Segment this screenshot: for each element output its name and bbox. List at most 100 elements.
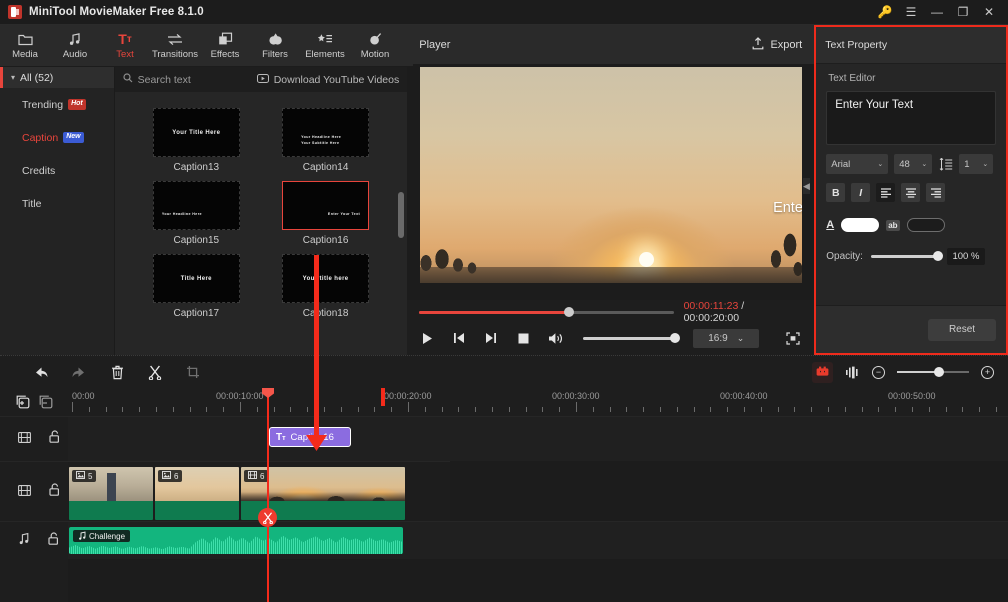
video-preview[interactable]: Enter (419, 67, 802, 283)
tab-elements[interactable]: Elements (300, 25, 350, 66)
font-family-select[interactable]: Arial ⌄ (826, 154, 889, 174)
volume-slider[interactable] (583, 333, 681, 343)
ruler-tick-minor (979, 407, 981, 412)
text-overlay[interactable]: Enter (773, 200, 802, 216)
template-thumb[interactable]: Your Title Here (152, 108, 240, 157)
template-caption14[interactable]: Your Headline Here Your Subtitle Here Ca… (266, 108, 385, 173)
volume-icon[interactable] (547, 332, 565, 345)
category-all-label: All (52) (20, 71, 54, 84)
minimize-button[interactable]: — (924, 0, 950, 25)
opacity-slider[interactable] (870, 251, 943, 262)
fullscreen-icon[interactable] (784, 331, 802, 345)
audio-clip-challenge[interactable]: Challenge (69, 527, 403, 554)
template-thumb[interactable]: Your Headline Here (152, 181, 240, 230)
audio-waveform-icon[interactable] (845, 366, 860, 379)
tab-motion[interactable]: Motion (350, 25, 400, 66)
unlock-icon[interactable] (49, 430, 60, 448)
template-thumb[interactable]: Your Headline Here Your Subtitle Here (282, 108, 370, 157)
timeline-end-marker (381, 388, 385, 406)
text-track-lane[interactable]: Tт Caption16 (68, 416, 1008, 461)
align-left-button[interactable] (876, 183, 896, 202)
maximize-button[interactable]: ❐ (950, 0, 976, 25)
timeline-ruler[interactable]: 00:00 00:00:10:00 00:00:20:00 00:00:30:0… (68, 388, 1008, 416)
stop-button[interactable] (515, 333, 531, 344)
trash-icon[interactable] (98, 356, 136, 389)
red-scene-detect-icon[interactable] (812, 361, 833, 383)
video-clip[interactable]: 6 (155, 467, 239, 520)
music-note-icon (68, 31, 82, 47)
unlock-icon[interactable] (48, 531, 59, 550)
align-center-button[interactable] (901, 183, 921, 202)
template-caption15[interactable]: Your Headline Here Caption15 (137, 181, 256, 246)
main-menu-icon[interactable]: ☰ (898, 0, 924, 25)
video-clip[interactable]: 5 (69, 467, 153, 520)
next-frame-button[interactable] (483, 332, 499, 344)
scissors-icon[interactable] (136, 356, 174, 389)
tab-audio[interactable]: Audio (50, 25, 100, 66)
transitions-arrows-icon (167, 31, 183, 47)
timecode-display: 00:00:11:23 / 00:00:20:00 (684, 300, 803, 324)
reset-button[interactable]: Reset (928, 318, 996, 341)
text-editor-input[interactable]: Enter Your Text (826, 91, 996, 145)
remove-track-icon[interactable] (39, 395, 53, 409)
add-track-icon[interactable] (16, 395, 30, 409)
crop-icon[interactable] (174, 356, 212, 389)
timeline-playhead[interactable] (262, 388, 274, 602)
tab-label: Transitions (151, 49, 199, 60)
sidebar-item-title[interactable]: Title (0, 187, 114, 220)
ruler-tick-minor (223, 407, 225, 412)
timeline-zoom-slider[interactable] (897, 366, 969, 377)
opacity-handle[interactable] (932, 251, 943, 262)
template-label: Caption17 (173, 308, 220, 319)
zoom-out-button[interactable]: − (872, 365, 885, 379)
category-all[interactable]: ▾ All (52) (0, 67, 114, 88)
close-button[interactable]: ✕ (976, 0, 1002, 25)
tab-effects[interactable]: Effects (200, 25, 250, 66)
seek-progress (419, 310, 570, 314)
sidebar-item-caption[interactable]: Caption New (0, 121, 114, 154)
tab-media[interactable]: Media (0, 25, 50, 66)
unlock-icon[interactable] (49, 482, 60, 501)
font-color-swatch[interactable] (841, 218, 880, 232)
audio-track-lane[interactable]: Challenge (68, 521, 1008, 559)
play-button[interactable] (419, 332, 435, 345)
seek-slider[interactable] (419, 307, 674, 317)
template-caption13[interactable]: Your Title Here Caption13 (137, 108, 256, 173)
panel-collapse-handle[interactable]: ◀ (803, 178, 810, 194)
ruler-tick-minor (794, 407, 796, 412)
redo-icon[interactable] (60, 356, 98, 389)
aspect-ratio-select[interactable]: 16:9 ⌄ (693, 328, 760, 348)
download-youtube-button[interactable]: Download YouTube Videos (256, 73, 399, 86)
ruler-tick-major (576, 402, 577, 412)
previous-frame-button[interactable] (451, 332, 467, 344)
font-size-select[interactable]: 48 ⌄ (894, 154, 933, 174)
ruler-tick-minor (962, 407, 964, 412)
align-right-button[interactable] (926, 183, 946, 202)
template-caption16[interactable]: Enter Your Text Caption16 (266, 181, 385, 246)
timeline-lanes[interactable]: 00:00 00:00:10:00 00:00:20:00 00:00:30:0… (68, 388, 1008, 602)
tab-text[interactable]: Tт Text (100, 25, 150, 66)
italic-button[interactable]: I (851, 183, 871, 202)
seek-handle[interactable] (564, 307, 575, 317)
tab-transitions[interactable]: Transitions (150, 25, 200, 66)
template-thumb[interactable]: Title Here (152, 254, 240, 303)
line-height-icon[interactable] (938, 157, 953, 171)
browser-toolbar: Search text Download YouTube Videos (114, 67, 408, 92)
search-input[interactable]: Search text (123, 73, 191, 86)
line-height-select[interactable]: 1 ⌄ (959, 154, 994, 174)
zoom-in-button[interactable]: + (981, 365, 994, 379)
sidebar-item-credits[interactable]: Credits (0, 154, 114, 187)
volume-handle[interactable] (670, 333, 681, 343)
tab-filters[interactable]: Filters (250, 25, 300, 66)
template-label: Caption16 (302, 235, 349, 246)
bold-button[interactable]: B (826, 183, 846, 202)
browser-scrollbar[interactable] (398, 192, 405, 238)
license-key-icon[interactable]: 🔑 (872, 0, 898, 25)
outline-color-swatch[interactable] (906, 218, 945, 232)
zoom-handle[interactable] (934, 366, 944, 377)
export-button[interactable]: Export (752, 36, 802, 53)
undo-icon[interactable] (22, 356, 60, 389)
template-caption17[interactable]: Title Here Caption17 (137, 254, 256, 319)
sidebar-item-trending[interactable]: Trending Hot (0, 88, 114, 121)
template-thumb-selected[interactable]: Enter Your Text (282, 181, 370, 230)
